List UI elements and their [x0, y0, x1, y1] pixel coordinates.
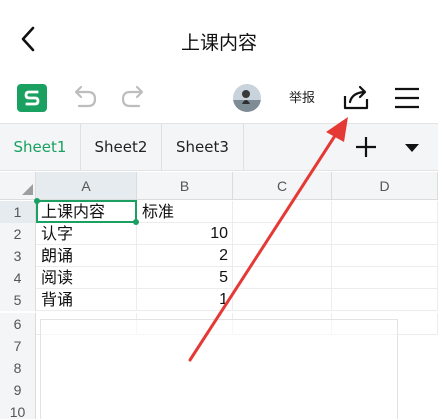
corner-triangle-icon: [22, 184, 33, 195]
sheets-app-logo: [17, 84, 47, 112]
column-header-a[interactable]: A: [36, 172, 137, 200]
tab-sheet2[interactable]: Sheet2: [81, 124, 162, 170]
s-logo-icon: [24, 90, 40, 106]
row-header-10[interactable]: 10: [0, 401, 36, 419]
sheet-list-dropdown[interactable]: [392, 124, 432, 170]
column-header-d[interactable]: D: [332, 172, 438, 200]
share-button[interactable]: [340, 82, 372, 114]
loading-overlay-panel: [40, 319, 398, 419]
plus-icon: [356, 137, 376, 157]
row-header-7[interactable]: 7: [0, 335, 36, 357]
row-header-6[interactable]: 6: [0, 313, 36, 335]
cell-d4[interactable]: [332, 267, 438, 289]
back-button[interactable]: [14, 22, 44, 56]
cell-a4[interactable]: 阅读: [36, 267, 137, 289]
chevron-left-icon: [21, 26, 35, 52]
menu-button[interactable]: [392, 83, 422, 113]
cell-b1[interactable]: 标准: [137, 201, 233, 223]
cell-b2[interactable]: 10: [137, 223, 233, 245]
cell-c1[interactable]: [233, 201, 332, 223]
status-bar: [0, 0, 438, 8]
row-header-5[interactable]: 5: [0, 289, 36, 311]
cell-d2[interactable]: [332, 223, 438, 245]
share-icon: [343, 85, 369, 110]
row-header-9[interactable]: 9: [0, 379, 36, 401]
avatar-image: [233, 84, 261, 112]
avatar[interactable]: [233, 84, 261, 112]
row-header-3[interactable]: 3: [0, 245, 36, 267]
cell-b5[interactable]: 1: [137, 289, 233, 311]
report-link[interactable]: 举报: [289, 87, 315, 106]
cell-d5[interactable]: [332, 289, 438, 311]
cell-c5[interactable]: [233, 289, 332, 311]
tab-sheet3[interactable]: Sheet3: [162, 124, 244, 170]
tab-sheet1[interactable]: Sheet1: [0, 124, 81, 170]
select-all-corner[interactable]: [0, 172, 36, 200]
row-header-8[interactable]: 8: [0, 357, 36, 379]
row-header-4[interactable]: 4: [0, 267, 36, 289]
cell-c4[interactable]: [233, 267, 332, 289]
redo-icon: [121, 85, 144, 108]
row-header-2[interactable]: 2: [0, 223, 36, 245]
toolbar: 举报: [0, 70, 438, 122]
hamburger-menu-icon: [395, 87, 419, 109]
cell-d1[interactable]: [332, 201, 438, 223]
undo-icon: [74, 85, 97, 108]
redo-button[interactable]: [116, 84, 150, 112]
undo-button[interactable]: [68, 84, 102, 112]
add-sheet-button[interactable]: [344, 124, 388, 170]
cell-a2[interactable]: 认字: [36, 223, 137, 245]
cell-a3[interactable]: 朗诵: [36, 245, 137, 267]
row-header-1[interactable]: 1: [0, 201, 36, 223]
cell-a5[interactable]: 背诵: [36, 289, 137, 311]
sheet-tab-bar: Sheet1 Sheet2 Sheet3: [0, 123, 438, 171]
cell-a1[interactable]: 上课内容: [36, 201, 137, 223]
spreadsheet-grid: A B C D 1 2 3 4 5 6 7 8 9 10 上课内容 标准 认字 …: [0, 172, 438, 419]
cell-c2[interactable]: [233, 223, 332, 245]
page-title: 上课内容: [180, 32, 257, 54]
caret-down-icon: [405, 144, 419, 152]
cell-d3[interactable]: [332, 245, 438, 267]
cell-c3[interactable]: [233, 245, 332, 267]
cell-b4[interactable]: 5: [137, 267, 233, 289]
cell-b3[interactable]: 2: [137, 245, 233, 267]
nav-bar: 上课内容: [0, 8, 438, 70]
column-header-c[interactable]: C: [233, 172, 332, 200]
column-header-b[interactable]: B: [137, 172, 233, 200]
